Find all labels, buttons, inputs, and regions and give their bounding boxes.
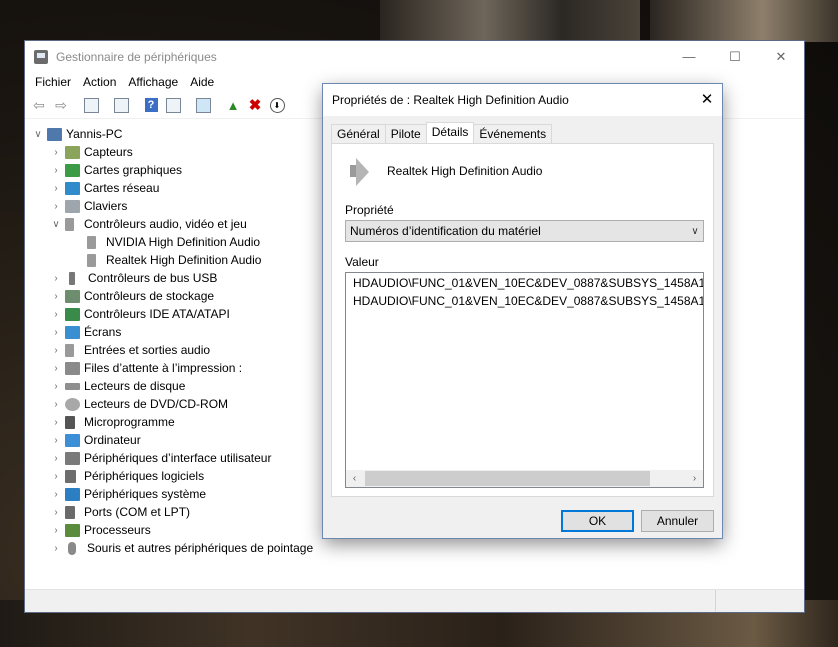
close-button[interactable]: ✕ xyxy=(758,41,804,72)
chevron-right-icon[interactable]: › xyxy=(49,543,63,554)
property-selected-value: Numéros d’identification du matériel xyxy=(350,224,541,238)
chevron-right-icon[interactable]: › xyxy=(49,309,63,320)
firmware-icon xyxy=(65,415,75,429)
title-bar: Gestionnaire de périphériques — ☐ ✕ xyxy=(25,41,804,72)
dialog-close-button[interactable]: ✕ xyxy=(692,84,722,116)
menu-aide[interactable]: Aide xyxy=(184,75,220,89)
system-devices-icon xyxy=(65,487,80,501)
monitor-scan-icon[interactable] xyxy=(193,95,213,115)
device-name: Realtek High Definition Audio xyxy=(387,164,543,178)
minimize-button[interactable]: — xyxy=(666,41,712,72)
ide-controller-icon xyxy=(65,307,80,321)
uninstall-icon[interactable]: ✖ xyxy=(245,95,265,115)
download-icon[interactable]: ⬇ xyxy=(267,95,287,115)
scroll-right-icon[interactable]: › xyxy=(686,470,703,487)
menu-fichier[interactable]: Fichier xyxy=(29,75,77,89)
chevron-right-icon[interactable]: › xyxy=(49,291,63,302)
sensors-icon xyxy=(65,145,80,159)
disk-drive-icon xyxy=(65,382,80,390)
chevron-right-icon[interactable]: › xyxy=(49,525,63,536)
value-label: Valeur xyxy=(345,255,379,269)
value-list[interactable]: HDAUDIO\FUNC_01&VEN_10EC&DEV_0887&SUBSYS… xyxy=(345,272,704,488)
properties-icon[interactable] xyxy=(81,95,101,115)
speaker-icon xyxy=(87,253,96,267)
ok-button[interactable]: OK xyxy=(561,510,634,532)
chevron-right-icon[interactable]: › xyxy=(49,165,63,176)
update-driver-icon[interactable]: ▲ xyxy=(223,95,243,115)
display-adapter-icon xyxy=(65,163,80,177)
monitor-icon xyxy=(65,325,80,339)
dvd-drive-icon xyxy=(65,397,80,411)
resources-icon[interactable] xyxy=(163,95,183,115)
collapse-icon[interactable]: ∨ xyxy=(31,129,45,140)
status-cell xyxy=(25,590,716,611)
tree-view-icon[interactable] xyxy=(111,95,131,115)
processor-icon xyxy=(65,523,80,537)
dialog-title: Propriétés de : Realtek High Definition … xyxy=(332,93,569,107)
scroll-left-icon[interactable]: ‹ xyxy=(346,470,363,487)
forward-arrow-icon[interactable]: ⇨ xyxy=(51,95,71,115)
chevron-right-icon[interactable]: › xyxy=(49,435,63,446)
dialog-title-bar: Propriétés de : Realtek High Definition … xyxy=(323,84,722,116)
software-device-icon xyxy=(65,469,76,483)
chevron-right-icon[interactable]: › xyxy=(49,345,63,356)
keyboard-icon xyxy=(65,199,80,213)
chevron-right-icon[interactable]: › xyxy=(49,381,63,392)
list-item[interactable]: HDAUDIO\FUNC_01&VEN_10EC&DEV_0887&SUBSYS… xyxy=(353,276,703,290)
details-panel: Realtek High Definition Audio Propriété … xyxy=(331,143,714,497)
computer-icon xyxy=(65,433,80,447)
speaker-icon xyxy=(65,217,74,231)
property-label: Propriété xyxy=(345,203,394,217)
chevron-right-icon[interactable]: › xyxy=(49,273,63,284)
usb-icon xyxy=(69,271,75,285)
tab-general[interactable]: Général xyxy=(331,124,386,143)
status-bar xyxy=(25,589,804,612)
printer-icon xyxy=(65,361,80,375)
chevron-right-icon[interactable]: › xyxy=(49,183,63,194)
window-controls: — ☐ ✕ xyxy=(666,41,804,72)
speaker-icon xyxy=(65,343,74,357)
desktop-background xyxy=(650,0,838,42)
mouse-icon xyxy=(68,541,76,555)
chevron-right-icon[interactable]: › xyxy=(49,363,63,374)
chevron-right-icon[interactable]: › xyxy=(49,417,63,428)
scrollbar-thumb[interactable] xyxy=(365,471,650,486)
list-item[interactable]: HDAUDIO\FUNC_01&VEN_10EC&DEV_0887&SUBSYS… xyxy=(353,294,703,308)
chevron-right-icon[interactable]: › xyxy=(49,327,63,338)
properties-dialog: Propriétés de : Realtek High Definition … xyxy=(323,84,722,538)
window-title: Gestionnaire de périphériques xyxy=(56,49,217,64)
device-manager-icon xyxy=(34,49,48,64)
chevron-right-icon[interactable]: › xyxy=(49,489,63,500)
chevron-right-icon[interactable]: › xyxy=(49,201,63,212)
computer-icon xyxy=(47,127,62,141)
dialog-tabs: Général Pilote Détails Événements xyxy=(331,122,553,143)
tab-pilote[interactable]: Pilote xyxy=(384,124,427,143)
collapse-icon[interactable]: ∨ xyxy=(49,219,63,230)
tab-evenements[interactable]: Événements xyxy=(473,124,553,143)
network-adapter-icon xyxy=(65,181,80,195)
device-header: Realtek High Definition Audio xyxy=(347,156,542,186)
maximize-button[interactable]: ☐ xyxy=(712,41,758,72)
tab-details[interactable]: Détails xyxy=(425,122,475,143)
menu-action[interactable]: Action xyxy=(77,75,122,89)
port-icon xyxy=(65,505,75,519)
chevron-down-icon: ∨ xyxy=(691,225,699,237)
help-icon[interactable]: ? xyxy=(141,95,161,115)
tree-item[interactable]: › Souris et autres périphériques de poin… xyxy=(25,539,804,557)
chevron-right-icon[interactable]: › xyxy=(49,399,63,410)
chevron-right-icon[interactable]: › xyxy=(49,507,63,518)
hid-icon xyxy=(65,451,80,465)
cancel-button[interactable]: Annuler xyxy=(641,510,714,532)
desktop-background xyxy=(380,0,640,42)
menu-affichage[interactable]: Affichage xyxy=(122,75,184,89)
horizontal-scrollbar[interactable]: ‹ › xyxy=(346,470,703,487)
speaker-icon xyxy=(87,235,96,249)
back-arrow-icon[interactable]: ⇦ xyxy=(29,95,49,115)
chevron-right-icon[interactable]: › xyxy=(49,471,63,482)
chevron-right-icon[interactable]: › xyxy=(49,453,63,464)
storage-controller-icon xyxy=(65,289,80,303)
chevron-right-icon[interactable]: › xyxy=(49,147,63,158)
speaker-icon xyxy=(347,156,373,186)
property-dropdown[interactable]: Numéros d’identification du matériel ∨ xyxy=(345,220,704,242)
